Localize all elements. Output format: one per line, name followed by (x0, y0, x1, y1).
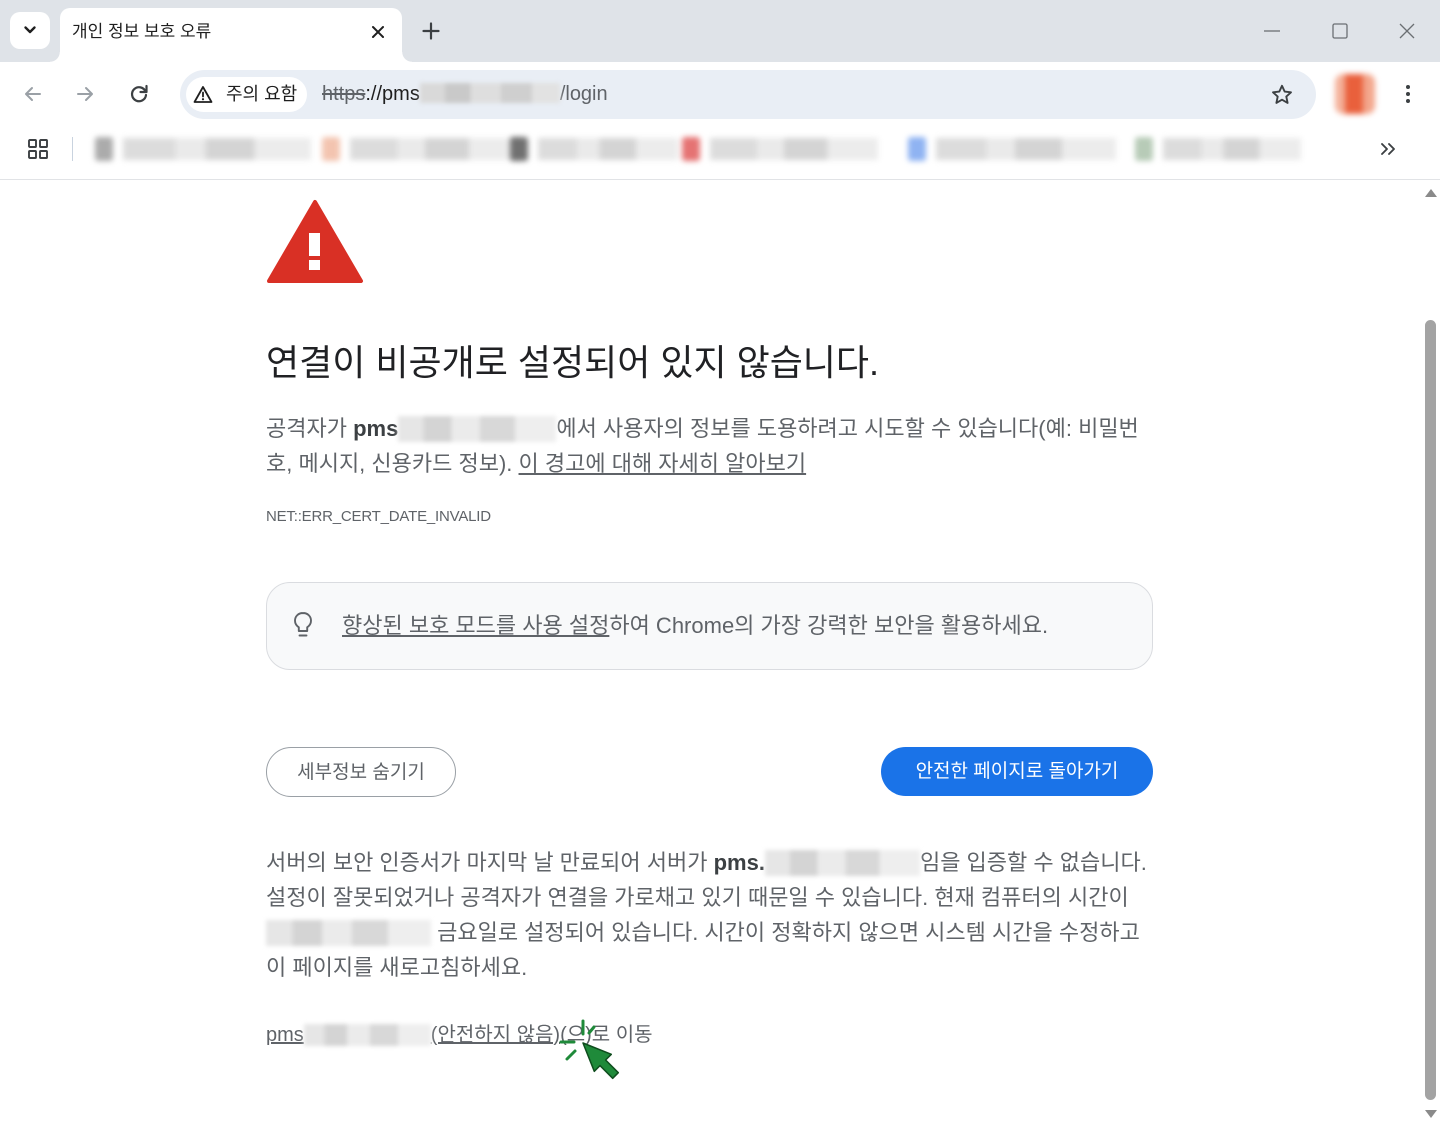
enhanced-protection-description: 하여 Chrome의 가장 강력한 보안을 활용하세요. (609, 613, 1049, 638)
tab-title: 개인 정보 보호 오류 (72, 22, 212, 41)
bookmark-favicon (95, 137, 113, 161)
enhanced-protection-link[interactable]: 향상된 보호 모드를 사용 설정 (342, 613, 609, 638)
double-chevron-right-icon (1381, 143, 1395, 155)
profile-avatar[interactable] (1335, 74, 1375, 114)
error-code: NET::ERR_CERT_DATE_INVALID (266, 508, 491, 525)
bookmarks-separator (72, 137, 73, 161)
intro-host: pms (353, 416, 399, 441)
redacted-bookmark-label (538, 138, 678, 160)
bookmark-favicon (1135, 137, 1153, 161)
redacted-bookmark-label (936, 138, 1116, 160)
scroll-up-icon[interactable] (1424, 187, 1438, 199)
maximize-icon (1332, 23, 1348, 39)
learn-more-link[interactable]: 이 경고에 대해 자세히 알아보기 (519, 451, 807, 476)
bookmark-favicon (322, 137, 340, 161)
warning-icon (193, 86, 213, 103)
apps-grid-icon (28, 139, 48, 159)
redacted-url-host (419, 83, 560, 103)
scroll-down-icon[interactable] (1424, 1108, 1438, 1120)
bookmark-favicon (908, 137, 926, 161)
forward-arrow-icon (77, 87, 93, 101)
reload-button[interactable] (127, 82, 151, 106)
bookmarks-bar (0, 125, 1440, 180)
reload-icon (130, 84, 148, 103)
bookmark-item[interactable] (510, 135, 678, 163)
url-scheme: https (322, 83, 366, 105)
window-close-icon (1399, 23, 1415, 39)
enhanced-protection-text: 향상된 보호 모드를 사용 설정하여 Chrome의 가장 강력한 보안을 활용… (342, 583, 1048, 669)
redacted-bookmark-label (710, 138, 878, 160)
menu-button[interactable] (1396, 82, 1420, 106)
back-arrow-icon (25, 87, 41, 101)
intro-paragraph: 공격자가 pms 에서 사용자의 정보를 도용하려고 시도할 수 있습니다(예: … (266, 411, 1156, 481)
bookmark-favicon (682, 137, 700, 161)
toolbar: 주의 요함 https://pms/login (0, 62, 1440, 125)
star-icon (1272, 84, 1292, 104)
back-button[interactable] (21, 82, 45, 106)
click-cursor-icon (559, 1019, 620, 1080)
warning-triangle-icon (267, 200, 363, 283)
page-title: 연결이 비공개로 설정되어 있지 않습니다. (266, 342, 880, 383)
proceed-host: pms (266, 1024, 304, 1046)
redacted-hostname (398, 416, 557, 442)
bookmark-item[interactable] (322, 135, 520, 163)
scrollbar[interactable] (1422, 181, 1440, 1125)
redacted-bookmark-label (350, 138, 520, 160)
intro-prefix: 공격자가 (266, 416, 354, 441)
bookmark-star-button[interactable] (1270, 83, 1294, 107)
bookmark-item[interactable] (1135, 135, 1301, 163)
details-host: pms. (713, 850, 765, 875)
proceed-unsafe-label: (안전하지 않음) (430, 1024, 561, 1046)
tab-search-button[interactable] (10, 12, 50, 49)
tab-active[interactable]: 개인 정보 보호 오류 (50, 8, 412, 62)
security-chip-label: 주의 요함 (226, 84, 298, 104)
enhanced-protection-box: 향상된 보호 모드를 사용 설정하여 Chrome의 가장 강력한 보안을 활용… (266, 582, 1153, 670)
chevron-down-icon (24, 26, 36, 34)
close-window-button[interactable] (1397, 21, 1417, 41)
bookmark-item[interactable] (95, 135, 311, 163)
close-tab-button[interactable] (367, 21, 389, 43)
hide-details-button[interactable]: 세부정보 숨기기 (266, 747, 456, 797)
bookmark-item[interactable] (682, 135, 878, 163)
details-paragraph: 서버의 보안 인증서가 마지막 날 만료되어 서버가 pms. 임을 입증할 수 … (266, 845, 1156, 985)
scrollbar-thumb[interactable] (1425, 320, 1436, 1100)
bookmark-item[interactable] (908, 135, 1116, 163)
minimize-icon (1264, 30, 1280, 32)
redacted-hostname (764, 850, 920, 876)
more-vert-icon (1406, 85, 1410, 103)
url-host: ://pms (365, 83, 420, 105)
maximize-button[interactable] (1330, 21, 1350, 41)
forward-button[interactable] (73, 82, 97, 106)
redacted-hostname (303, 1024, 431, 1046)
new-tab-button[interactable] (419, 19, 443, 43)
bookmarks-overflow-button[interactable] (1376, 137, 1400, 161)
details-part1: 서버의 보안 인증서가 마지막 날 만료되어 서버가 (266, 850, 714, 875)
url-text[interactable]: https://pms/login (322, 70, 608, 119)
plus-icon (422, 22, 440, 40)
close-icon (372, 26, 384, 38)
back-to-safety-button[interactable]: 안전한 페이지로 돌아가기 (881, 747, 1153, 796)
proceed-link[interactable]: pms (안전하지 않음) (266, 1024, 560, 1046)
address-bar[interactable]: 주의 요함 https://pms/login (180, 70, 1316, 119)
url-path: /login (559, 83, 608, 105)
redacted-bookmark-label (1163, 138, 1301, 160)
apps-button[interactable] (26, 137, 50, 161)
tab-strip: 개인 정보 보호 오류 (0, 0, 1440, 62)
lightbulb-icon (294, 612, 312, 637)
redacted-date (266, 920, 431, 946)
minimize-button[interactable] (1262, 21, 1282, 41)
security-chip[interactable]: 주의 요함 (186, 77, 307, 112)
redacted-bookmark-label (123, 138, 311, 160)
bookmark-favicon (510, 137, 528, 161)
